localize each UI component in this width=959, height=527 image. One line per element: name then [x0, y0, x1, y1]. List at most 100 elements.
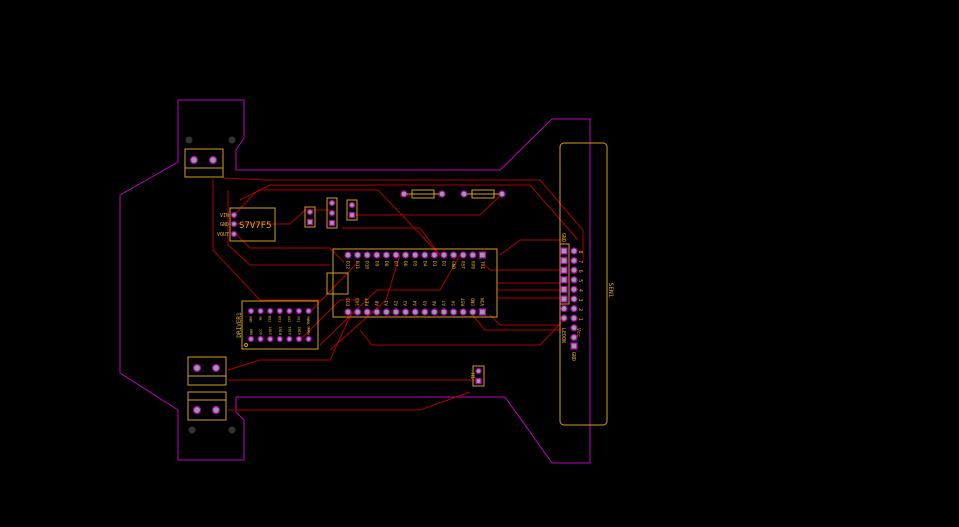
- terminal-block-bottom-2[interactable]: [187, 391, 227, 421]
- pin-pad[interactable]: [363, 308, 371, 316]
- terminal-block-top[interactable]: [184, 148, 224, 178]
- pin-pad[interactable]: [257, 335, 264, 343]
- pin-label: TX1: [479, 261, 485, 269]
- pin-pad[interactable]: [382, 308, 390, 316]
- pin-pad[interactable]: [295, 307, 303, 315]
- pin-label: D3: [431, 261, 437, 267]
- pin-pad[interactable]: [430, 308, 438, 316]
- pin-pad[interactable]: [402, 308, 410, 316]
- pin-pad[interactable]: [560, 314, 568, 322]
- pin-pad[interactable]: [570, 276, 578, 284]
- pin-label: A2: [394, 300, 400, 306]
- pin-pad[interactable]: [570, 247, 578, 255]
- jumper-3pin-a[interactable]: [326, 197, 338, 229]
- pin-label: D9: [373, 261, 379, 267]
- pin-pad[interactable]: [560, 295, 568, 303]
- pin-pad[interactable]: [560, 305, 568, 313]
- pin-pad[interactable]: [560, 247, 568, 255]
- pin-pad[interactable]: [560, 266, 568, 274]
- pin-label: GND: [249, 316, 253, 322]
- pin-pad[interactable]: [469, 308, 477, 316]
- pin-pad[interactable]: [560, 285, 568, 293]
- resistor-2[interactable]: [460, 189, 506, 199]
- pin-pad[interactable]: [267, 335, 274, 343]
- pin-pad[interactable]: [392, 251, 400, 259]
- pin-pad[interactable]: [469, 251, 477, 259]
- pin-pad[interactable]: [459, 308, 467, 316]
- pin-pad[interactable]: [286, 335, 293, 343]
- pin-label: 3V3: [355, 298, 361, 306]
- terminal-block-bottom-1[interactable]: [187, 356, 227, 386]
- jumper-3pin-b[interactable]: [346, 199, 358, 221]
- pin-pad[interactable]: [257, 307, 264, 315]
- pin-label: AO2: [287, 316, 291, 322]
- pin-pad[interactable]: [411, 251, 419, 259]
- pin-label: A4: [413, 300, 419, 306]
- motor-driver[interactable]: DRIVER1 GND VM BO2 BO1 AO2 AO1 PWMA GND VCC STBY B…: [236, 300, 319, 350]
- pin-pad[interactable]: [276, 335, 283, 343]
- pin-pad[interactable]: [276, 307, 283, 315]
- pin-pad[interactable]: [373, 251, 381, 259]
- pin-label: AIN1: [288, 327, 292, 335]
- regulator-module[interactable]: S7V7F5 VIN GND VOUT: [217, 207, 276, 242]
- pin-pad[interactable]: [305, 307, 312, 315]
- pin-label: D12: [345, 261, 351, 269]
- resistor-1[interactable]: [400, 189, 446, 199]
- sensor-array[interactable]: SEN1 8 7 6 5 4 3 2 1 GND LEDON Vcc GND: [559, 142, 614, 426]
- pin-pad[interactable]: [570, 342, 578, 350]
- pin-pad[interactable]: [421, 308, 429, 316]
- pin-pad[interactable]: [440, 308, 448, 316]
- pin-pad[interactable]: [570, 266, 578, 274]
- pin-label: VM: [258, 316, 262, 320]
- pin-pad[interactable]: [344, 308, 352, 316]
- pin-label: AIN2: [298, 327, 302, 335]
- pin-pad[interactable]: [430, 251, 438, 259]
- traces: [212, 177, 584, 411]
- mounting-holes: [185, 136, 236, 434]
- pin-label: 2: [577, 308, 583, 311]
- pin-pad[interactable]: [392, 308, 400, 316]
- pin-label: A5: [422, 300, 428, 306]
- pin-pad[interactable]: [344, 251, 352, 259]
- pin-label: D2: [441, 261, 447, 267]
- pin-pad[interactable]: [560, 276, 568, 284]
- pin-pad[interactable]: [411, 308, 419, 316]
- pin-pad[interactable]: [478, 251, 486, 259]
- pin-pad[interactable]: [421, 251, 429, 259]
- pin-pad[interactable]: [478, 308, 486, 316]
- pin-label: D4: [421, 261, 427, 267]
- pin-label: A6: [432, 300, 438, 306]
- pin-pad[interactable]: [247, 335, 255, 343]
- pin-pad[interactable]: [440, 251, 448, 259]
- pin-pad[interactable]: [570, 305, 578, 313]
- pin-pad[interactable]: [382, 251, 390, 259]
- pin-pad[interactable]: [373, 308, 381, 316]
- pin-pad[interactable]: [363, 251, 371, 259]
- pin-pad[interactable]: [570, 314, 578, 322]
- pin-label: PWMB: [307, 327, 311, 335]
- pin-label: D13: [346, 298, 352, 306]
- pin-pad[interactable]: [560, 257, 568, 265]
- header-h1[interactable]: H1: [469, 365, 485, 387]
- pin-pad[interactable]: [295, 335, 303, 343]
- pin-label: GND: [570, 352, 576, 361]
- pin-label: BO1: [277, 316, 281, 322]
- pin-pad[interactable]: [570, 285, 578, 293]
- pin-label: 8: [577, 250, 583, 253]
- pin-pad[interactable]: [402, 251, 410, 259]
- pin-pad[interactable]: [286, 307, 293, 315]
- pin-label: GND: [450, 261, 456, 269]
- pin-pad[interactable]: [354, 251, 362, 259]
- pin-pad[interactable]: [267, 307, 274, 315]
- pin-pad[interactable]: [459, 251, 467, 259]
- arduino-nano[interactable]: D12 D11 D10 D9 D8 D7 D6 D5 D4 D3 D2 GND RST RX0 TX1D13…: [326, 248, 498, 318]
- pin-pad[interactable]: [450, 251, 458, 259]
- pin-pad[interactable]: [570, 295, 578, 303]
- pin-pad[interactable]: [354, 308, 362, 316]
- pin-pad[interactable]: [247, 307, 255, 315]
- pin-pad[interactable]: [570, 257, 578, 265]
- pin-pad[interactable]: [450, 308, 458, 316]
- pin-label: A1: [384, 300, 390, 306]
- pcb-canvas[interactable]: S7V7F5 VIN GND VOUT D12 D11 D10 D9 D8 D7 D6 D5 D…: [0, 0, 959, 527]
- pin-pad[interactable]: [305, 335, 312, 343]
